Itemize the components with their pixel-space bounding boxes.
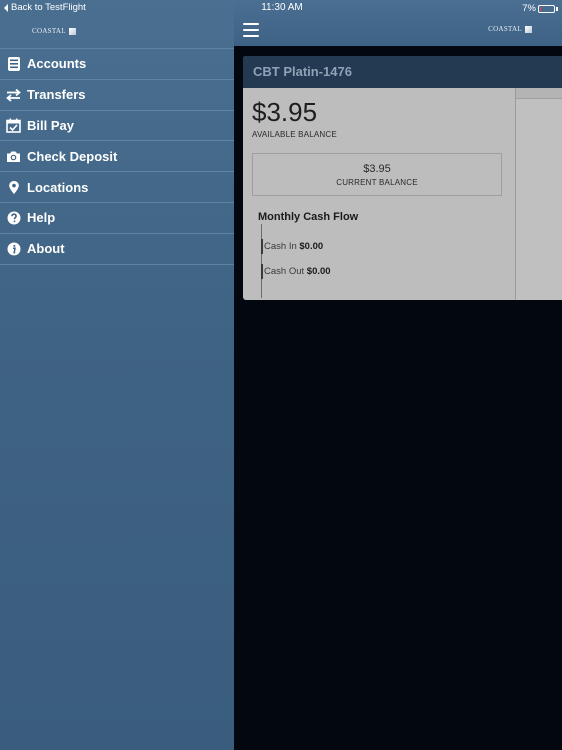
status-time: 11:30 AM bbox=[261, 2, 303, 13]
back-label: Back to TestFlight bbox=[11, 2, 86, 13]
info-icon bbox=[6, 241, 21, 256]
menu-label-locations: Locations bbox=[27, 179, 89, 195]
back-caret-icon bbox=[4, 4, 8, 12]
cash-in-row: Cash In $0.00 bbox=[261, 239, 324, 254]
logo-mark-icon bbox=[68, 27, 76, 35]
menu-label-about: About bbox=[27, 241, 65, 257]
cash-out-label: Cash Out bbox=[264, 266, 305, 277]
accounts-icon bbox=[6, 56, 21, 71]
battery-tip bbox=[556, 6, 558, 11]
brand-logo: COASTAL bbox=[32, 25, 76, 37]
available-balance-amount: $3.95 bbox=[252, 97, 318, 127]
menu-label-transfers: Transfers bbox=[27, 87, 86, 103]
cash-flow-title: Monthly Cash Flow bbox=[258, 211, 359, 223]
menu-label-help: Help bbox=[27, 210, 56, 226]
available-balance-label: AVAILABLE BALANCE bbox=[252, 130, 337, 139]
hamburger-menu-icon[interactable] bbox=[243, 23, 259, 37]
cash-out-row: Cash Out $0.00 bbox=[261, 264, 331, 279]
header-logo-text: COASTAL bbox=[488, 25, 522, 33]
header-logo-mark-icon bbox=[525, 25, 532, 33]
menu-list: Accounts Transfers Bill Pay Check Deposi… bbox=[0, 48, 234, 265]
menu-item-help[interactable]: Help bbox=[0, 203, 234, 234]
location-pin-icon bbox=[6, 180, 21, 195]
menu-label-bill-pay: Bill Pay bbox=[27, 117, 74, 133]
side-menu: Back to TestFlight COASTAL Accounts Tran… bbox=[0, 0, 234, 750]
battery-icon bbox=[538, 4, 555, 13]
current-balance-box: $3.95 CURRENT BALANCE bbox=[252, 153, 502, 196]
main-content: 11:30 AM 7% COASTAL CBT Platin-1476 $3.9… bbox=[234, 0, 562, 750]
calendar-check-icon bbox=[6, 118, 21, 133]
header-logo: COASTAL bbox=[488, 25, 532, 33]
camera-icon bbox=[6, 149, 21, 164]
cash-out-bar bbox=[261, 264, 263, 279]
cash-out-value: $0.00 bbox=[306, 266, 331, 277]
menu-label-check-deposit: Check Deposit bbox=[27, 148, 118, 164]
logo-text: COASTAL bbox=[32, 27, 66, 35]
back-to-testflight-link[interactable]: Back to TestFlight bbox=[4, 0, 86, 16]
menu-item-transfers[interactable]: Transfers bbox=[0, 80, 234, 111]
menu-item-check-deposit[interactable]: Check Deposit bbox=[0, 141, 234, 173]
current-balance-amount: $3.95 bbox=[363, 163, 391, 175]
current-balance-label: CURRENT BALANCE bbox=[336, 178, 418, 187]
menu-item-locations[interactable]: Locations bbox=[0, 172, 234, 203]
top-navigation-bar: 11:30 AM 7% COASTAL bbox=[234, 0, 562, 46]
menu-item-about[interactable]: About bbox=[0, 234, 234, 265]
help-icon bbox=[6, 210, 21, 225]
menu-item-bill-pay[interactable]: Bill Pay bbox=[0, 111, 234, 142]
account-card[interactable]: CBT Platin-1476 $3.95 AVAILABLE BALANCE … bbox=[243, 56, 562, 300]
battery-percent: 7% bbox=[522, 3, 536, 14]
battery-indicator: 7% bbox=[522, 3, 558, 14]
adjacent-card-edge bbox=[515, 88, 562, 300]
cash-in-label: Cash In bbox=[264, 241, 297, 252]
cash-in-bar bbox=[261, 239, 263, 254]
menu-item-accounts[interactable]: Accounts bbox=[0, 49, 234, 80]
account-name: CBT Platin-1476 bbox=[243, 56, 562, 88]
account-card-body: $3.95 AVAILABLE BALANCE $3.95 CURRENT BA… bbox=[243, 88, 562, 300]
cash-in-value: $0.00 bbox=[299, 241, 324, 252]
menu-label-accounts: Accounts bbox=[27, 56, 87, 72]
status-bar-left: Back to TestFlight bbox=[0, 0, 234, 16]
cash-flow-axis bbox=[261, 224, 262, 298]
transfers-icon bbox=[6, 87, 21, 102]
